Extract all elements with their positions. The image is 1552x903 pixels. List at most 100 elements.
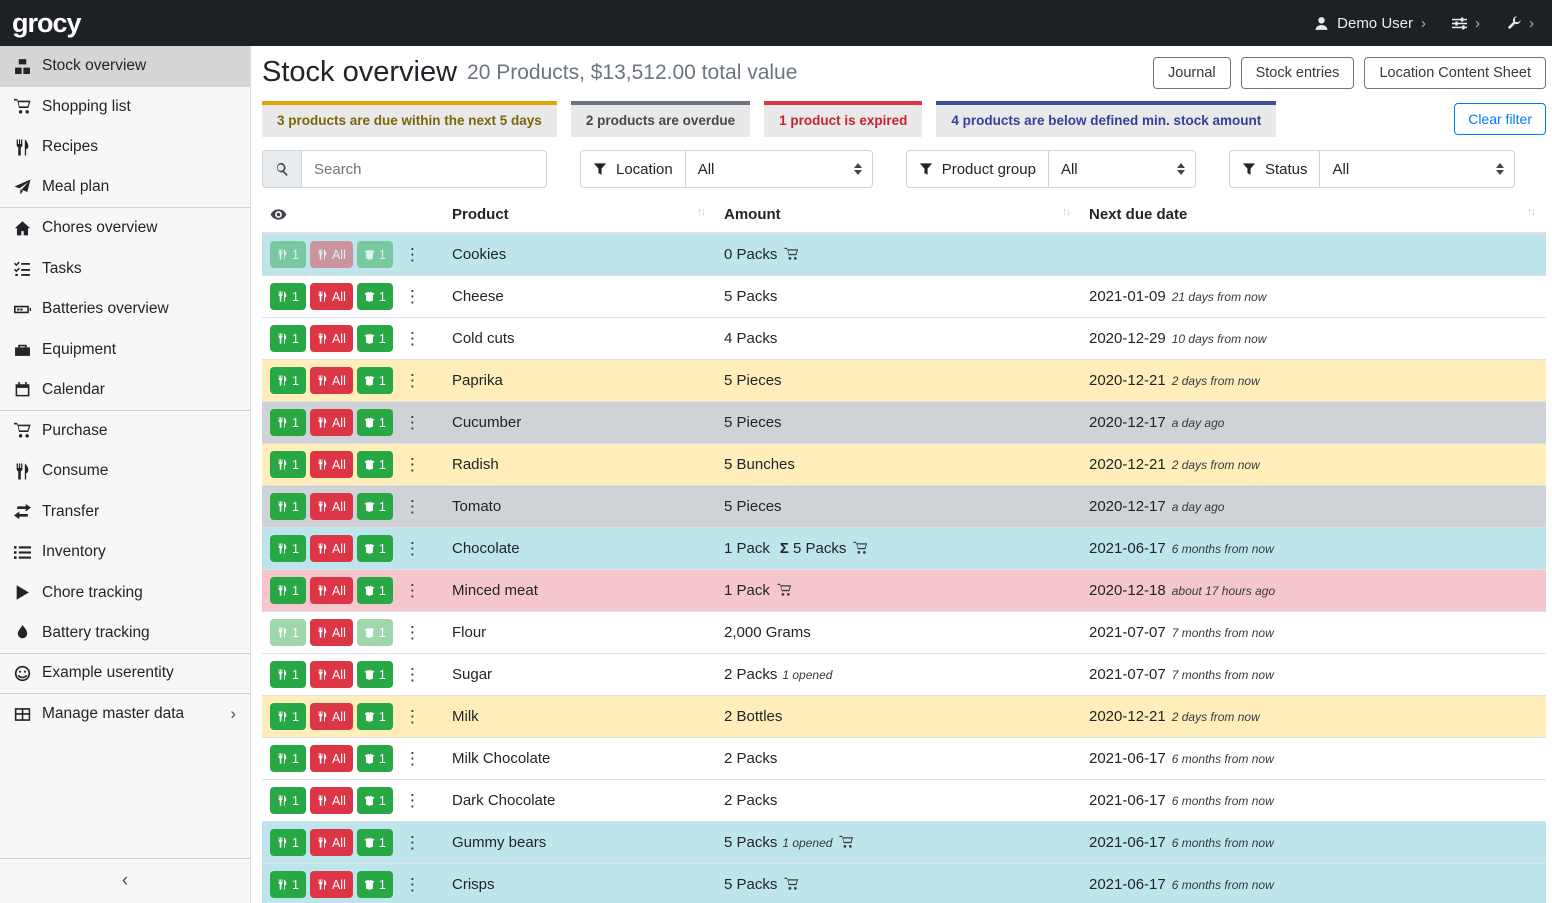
row-menu-button[interactable]: ⋮ (399, 456, 426, 473)
row-menu-button[interactable]: ⋮ (399, 708, 426, 725)
row-menu-button[interactable]: ⋮ (399, 540, 426, 557)
row-menu-button[interactable]: ⋮ (399, 750, 426, 767)
table-row[interactable]: 1 All 1 ⋮ Crisps 5 Packs 2021-06-176 mon… (262, 864, 1546, 903)
open-one-button[interactable]: 1 (357, 325, 393, 352)
row-menu-button[interactable]: ⋮ (399, 792, 426, 809)
admin-tools-menu[interactable]: › (1506, 16, 1534, 31)
column-visibility-header[interactable] (262, 199, 444, 233)
table-row[interactable]: 1 All 1 ⋮ Dark Chocolate 2 Packs 2021-06… (262, 780, 1546, 822)
sidebar-collapse-button[interactable]: ‹ (0, 858, 250, 903)
column-header-amount[interactable]: Amount ↑↓ (716, 199, 1081, 233)
settings-menu[interactable]: › (1452, 16, 1480, 31)
row-menu-button[interactable]: ⋮ (399, 288, 426, 305)
sidebar-item-battery-tracking[interactable]: Battery tracking (0, 613, 250, 654)
sort-icon[interactable]: ↑↓ (697, 206, 708, 218)
consume-one-button[interactable]: 1 (270, 703, 306, 730)
row-menu-button[interactable]: ⋮ (399, 666, 426, 683)
consume-one-button[interactable]: 1 (270, 493, 306, 520)
location-select[interactable]: All (685, 150, 873, 188)
banner-overdue[interactable]: 2 products are overdue (571, 101, 750, 137)
column-header-next-due-date[interactable]: Next due date ↑↓ (1081, 199, 1546, 233)
consume-all-button[interactable]: All (310, 619, 353, 646)
consume-one-button[interactable]: 1 (270, 535, 306, 562)
open-one-button[interactable]: 1 (357, 283, 393, 310)
consume-all-button[interactable]: All (310, 535, 353, 562)
table-row[interactable]: 1 All 1 ⋮ Milk Chocolate 2 Packs 2021-06… (262, 738, 1546, 780)
table-row[interactable]: 1 All 1 ⋮ Cookies 0 Packs (262, 233, 1546, 276)
sidebar-item-purchase[interactable]: Purchase (0, 411, 250, 452)
consume-all-button[interactable]: All (310, 241, 353, 268)
consume-all-button[interactable]: All (310, 283, 353, 310)
sidebar-item-tasks[interactable]: Tasks (0, 249, 250, 290)
cart-icon[interactable] (777, 583, 792, 597)
open-one-button[interactable]: 1 (357, 619, 393, 646)
consume-all-button[interactable]: All (310, 661, 353, 688)
consume-all-button[interactable]: All (310, 829, 353, 856)
open-one-button[interactable]: 1 (357, 367, 393, 394)
open-one-button[interactable]: 1 (357, 451, 393, 478)
open-one-button[interactable]: 1 (357, 745, 393, 772)
cart-icon[interactable] (839, 835, 854, 849)
table-row[interactable]: 1 All 1 ⋮ Cheese 5 Packs 2021-01-0921 da… (262, 276, 1546, 318)
open-one-button[interactable]: 1 (357, 871, 393, 898)
row-menu-button[interactable]: ⋮ (399, 834, 426, 851)
sidebar-item-recipes[interactable]: Recipes (0, 127, 250, 168)
sidebar-item-chores-overview[interactable]: Chores overview (0, 208, 250, 249)
sidebar-item-stock-overview[interactable]: Stock overview (0, 46, 250, 87)
column-header-product[interactable]: Product ↑↓ (444, 199, 716, 233)
sidebar-item-equipment[interactable]: Equipment (0, 330, 250, 371)
table-row[interactable]: 1 All 1 ⋮ Gummy bears 5 Packs1 opened 20… (262, 822, 1546, 864)
open-one-button[interactable]: 1 (357, 829, 393, 856)
table-row[interactable]: 1 All 1 ⋮ Radish 5 Bunches 2020-12-212 d… (262, 444, 1546, 486)
consume-one-button[interactable]: 1 (270, 871, 306, 898)
table-row[interactable]: 1 All 1 ⋮ Chocolate 1 PackΣ 5 Packs 2021… (262, 528, 1546, 570)
grocy-logo[interactable]: grocy (12, 8, 81, 39)
consume-all-button[interactable]: All (310, 787, 353, 814)
consume-all-button[interactable]: All (310, 703, 353, 730)
cart-icon[interactable] (853, 541, 868, 555)
row-menu-button[interactable]: ⋮ (399, 876, 426, 893)
row-menu-button[interactable]: ⋮ (399, 330, 426, 347)
cart-icon[interactable] (784, 247, 799, 261)
banner-below-min-stock[interactable]: 4 products are below defined min. stock … (936, 101, 1276, 137)
open-one-button[interactable]: 1 (357, 241, 393, 268)
row-menu-button[interactable]: ⋮ (399, 624, 426, 641)
consume-all-button[interactable]: All (310, 577, 353, 604)
status-select[interactable]: All (1319, 150, 1515, 188)
open-one-button[interactable]: 1 (357, 493, 393, 520)
consume-one-button[interactable]: 1 (270, 661, 306, 688)
sidebar-item-chore-tracking[interactable]: Chore tracking (0, 573, 250, 614)
consume-one-button[interactable]: 1 (270, 409, 306, 436)
sort-icon[interactable]: ↑↓ (1527, 206, 1538, 218)
consume-one-button[interactable]: 1 (270, 619, 306, 646)
table-row[interactable]: 1 All 1 ⋮ Tomato 5 Pieces 2020-12-17a da… (262, 486, 1546, 528)
table-row[interactable]: 1 All 1 ⋮ Cucumber 5 Pieces 2020-12-17a … (262, 402, 1546, 444)
open-one-button[interactable]: 1 (357, 703, 393, 730)
table-row[interactable]: 1 All 1 ⋮ Cold cuts 4 Packs 2020-12-2910… (262, 318, 1546, 360)
clear-filter-button[interactable]: Clear filter (1454, 103, 1546, 135)
consume-all-button[interactable]: All (310, 409, 353, 436)
table-row[interactable]: 1 All 1 ⋮ Sugar 2 Packs1 opened 2021-07-… (262, 654, 1546, 696)
consume-one-button[interactable]: 1 (270, 577, 306, 604)
open-one-button[interactable]: 1 (357, 661, 393, 688)
open-one-button[interactable]: 1 (357, 577, 393, 604)
cart-icon[interactable] (784, 877, 799, 891)
open-one-button[interactable]: 1 (357, 535, 393, 562)
consume-all-button[interactable]: All (310, 367, 353, 394)
banner-expired[interactable]: 1 product is expired (764, 101, 922, 137)
table-row[interactable]: 1 All 1 ⋮ Milk 2 Bottles 2020-12-212 day… (262, 696, 1546, 738)
banner-due-soon[interactable]: 3 products are due within the next 5 day… (262, 101, 557, 137)
sort-icon[interactable]: ↑↓ (1062, 206, 1073, 218)
open-one-button[interactable]: 1 (357, 787, 393, 814)
row-menu-button[interactable]: ⋮ (399, 414, 426, 431)
consume-all-button[interactable]: All (310, 451, 353, 478)
consume-one-button[interactable]: 1 (270, 325, 306, 352)
sidebar-item-batteries-overview[interactable]: Batteries overview (0, 289, 250, 330)
consume-all-button[interactable]: All (310, 493, 353, 520)
sidebar-item-transfer[interactable]: Transfer (0, 492, 250, 533)
journal-button[interactable]: Journal (1153, 57, 1231, 89)
sidebar-item-example-userentity[interactable]: Example userentity (0, 654, 250, 695)
sidebar-item-calendar[interactable]: Calendar (0, 370, 250, 411)
consume-one-button[interactable]: 1 (270, 283, 306, 310)
location-content-sheet-button[interactable]: Location Content Sheet (1364, 57, 1546, 89)
